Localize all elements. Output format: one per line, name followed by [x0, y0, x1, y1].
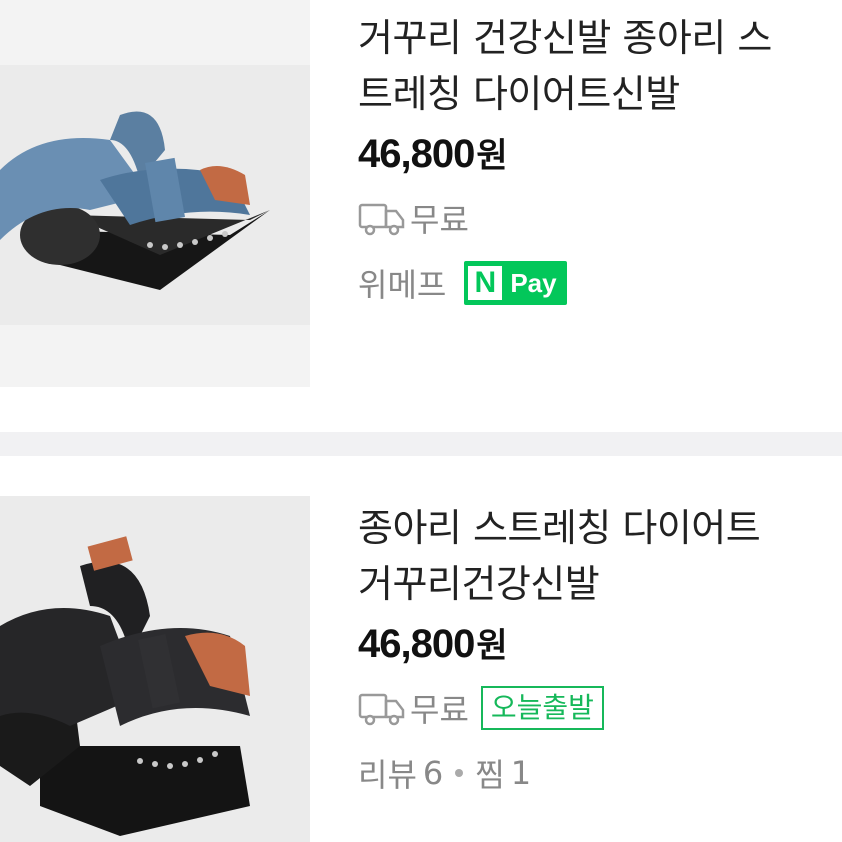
npay-label: Pay — [510, 267, 557, 298]
product-title[interactable]: 종아리 스트레칭 다이어트 거꾸리건강신발 — [358, 500, 798, 612]
seller-row: 위메프 N Pay — [358, 260, 822, 306]
truck-icon — [358, 203, 405, 236]
wish-label: 찜 — [475, 756, 505, 794]
product-info-2: 종아리 스트레칭 다이어트 거꾸리건강신발 46,800 원 무료 오늘출발 리… — [358, 500, 822, 796]
truck-icon — [358, 693, 405, 726]
sandal-image — [0, 536, 250, 836]
product-thumbnail[interactable] — [0, 496, 310, 842]
wish-count: 1 — [510, 754, 532, 792]
shipping-fee: 무료 — [410, 201, 469, 239]
product-price: 46,800 — [358, 622, 475, 666]
product-thumbnail[interactable] — [0, 0, 310, 387]
shipping-row: 무료 오늘출발 — [358, 686, 822, 730]
npay-logo-mark: N — [468, 266, 503, 300]
npay-badge: N Pay — [464, 261, 567, 305]
review-label: 리뷰 — [358, 756, 417, 794]
seller-name: 위메프 — [358, 266, 447, 304]
sandal-image — [0, 111, 270, 290]
product-card-1[interactable]: 거꾸리 건강신발 종아리 스트레칭 다이어트신발 46,800 원 무료 위메프… — [0, 0, 842, 420]
product-price: 46,800 — [358, 132, 475, 176]
review-count: 6 — [422, 754, 444, 792]
currency-label: 원 — [476, 626, 508, 666]
shipping-row: 무료 — [358, 196, 822, 240]
list-separator — [0, 432, 842, 456]
product-title[interactable]: 거꾸리 건강신발 종아리 스트레칭 다이어트신발 — [358, 10, 798, 122]
review-row: 리뷰 6 찜 1 — [358, 750, 822, 796]
price-row: 46,800 원 — [358, 128, 822, 184]
same-day-shipping-badge: 오늘출발 — [480, 686, 604, 730]
dot-separator-icon — [455, 769, 464, 777]
currency-label: 원 — [476, 136, 508, 176]
shipping-fee: 무료 — [410, 691, 469, 729]
price-row: 46,800 원 — [358, 618, 822, 674]
